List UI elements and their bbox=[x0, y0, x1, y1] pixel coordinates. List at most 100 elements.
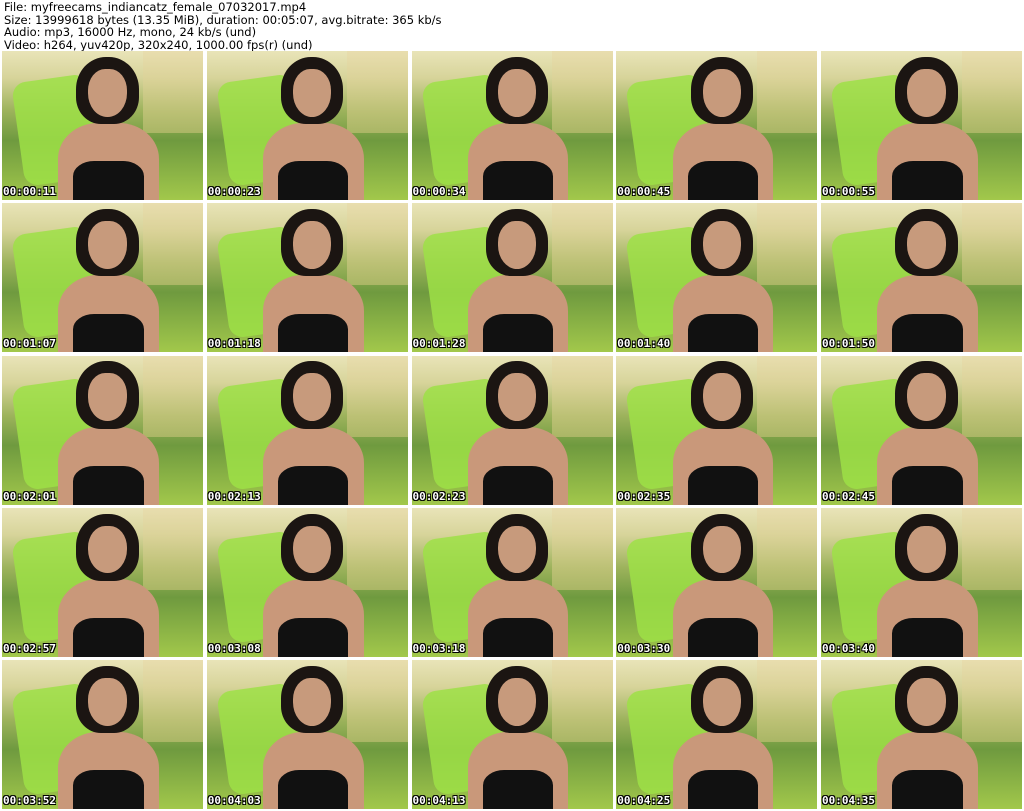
person-figure bbox=[877, 513, 978, 657]
file-name-line: File: myfreecams_indiancatz_female_07032… bbox=[4, 0, 307, 14]
person-face bbox=[702, 68, 741, 117]
person-face bbox=[497, 68, 537, 117]
timestamp-label: 00:02:01 bbox=[3, 489, 56, 503]
person-face bbox=[88, 525, 127, 574]
video-thumbnail: 00:01:07 bbox=[2, 203, 203, 353]
timestamp-label: 00:04:35 bbox=[822, 794, 875, 807]
timestamp-label: 00:03:08 bbox=[207, 641, 261, 655]
person-face bbox=[88, 677, 127, 726]
timestamp-label: 00:01:28 bbox=[412, 337, 466, 351]
video-thumbnail: 00:00:11 bbox=[2, 51, 203, 200]
video-thumbnail: 00:02:01 bbox=[2, 355, 203, 505]
thumbnail-grid: 00:00:11 00:00:23 00:00:34 00:00:45 00:00:55… bbox=[2, 51, 1022, 809]
timestamp-label: 00:02:35 bbox=[617, 489, 671, 503]
person-top bbox=[73, 313, 144, 353]
person-face bbox=[497, 677, 537, 726]
timestamp-label: 00:04:25 bbox=[617, 794, 671, 807]
person-figure bbox=[672, 361, 774, 505]
timestamp-label: 00:04:03 bbox=[207, 794, 261, 807]
person-figure bbox=[672, 513, 774, 657]
video-thumbnail: 00:00:55 bbox=[821, 51, 1022, 200]
person-figure bbox=[58, 513, 159, 657]
person-top bbox=[482, 313, 554, 353]
person-figure bbox=[58, 361, 159, 505]
person-face bbox=[702, 373, 741, 422]
person-face bbox=[907, 68, 946, 117]
person-face bbox=[702, 525, 741, 574]
person-face bbox=[907, 221, 946, 269]
person-face bbox=[293, 677, 332, 726]
video-line: Video: h264, yuv420p, 320x240, 1000.00 f… bbox=[4, 37, 313, 52]
person-figure bbox=[263, 513, 364, 657]
person-top bbox=[482, 618, 554, 657]
timestamp-label: 00:01:07 bbox=[3, 337, 56, 351]
person-top bbox=[73, 161, 144, 200]
person-figure bbox=[58, 56, 159, 200]
person-face bbox=[293, 68, 332, 117]
timestamp-label: 00:00:11 bbox=[3, 185, 56, 198]
person-top bbox=[278, 161, 349, 200]
person-figure bbox=[877, 361, 978, 505]
person-top bbox=[687, 161, 758, 200]
person-top bbox=[892, 618, 963, 657]
video-thumbnail: 00:04:35 bbox=[821, 660, 1022, 809]
person-figure bbox=[467, 209, 569, 353]
timestamp-label: 00:03:30 bbox=[617, 641, 671, 655]
person-face bbox=[88, 373, 127, 422]
person-figure bbox=[263, 665, 364, 809]
person-top bbox=[278, 770, 349, 809]
timestamp-label: 00:02:13 bbox=[207, 489, 261, 503]
person-top bbox=[278, 465, 349, 505]
timestamp-label: 00:00:55 bbox=[822, 185, 875, 198]
person-face bbox=[907, 525, 946, 574]
person-face bbox=[88, 68, 127, 117]
person-top bbox=[687, 618, 758, 657]
timestamp-label: 00:00:45 bbox=[617, 185, 671, 198]
video-thumbnail: 00:01:50 bbox=[821, 203, 1022, 353]
person-face bbox=[497, 221, 537, 269]
video-thumbnail: 00:03:40 bbox=[821, 507, 1022, 657]
person-figure bbox=[58, 209, 159, 353]
timestamp-label: 00:00:34 bbox=[412, 185, 466, 198]
person-top bbox=[482, 161, 554, 200]
video-thumbnail: 00:03:52 bbox=[2, 660, 203, 809]
timestamp-label: 00:03:52 bbox=[3, 794, 56, 807]
person-figure bbox=[58, 665, 159, 809]
timestamp-label: 00:00:23 bbox=[207, 185, 261, 198]
video-thumbnail: 00:04:13 bbox=[411, 660, 613, 809]
timestamp-label: 00:01:18 bbox=[207, 337, 261, 351]
timestamp-label: 00:01:40 bbox=[617, 337, 671, 351]
video-thumbnail: 00:00:45 bbox=[616, 51, 818, 200]
person-top bbox=[482, 770, 554, 809]
timestamp-label: 00:03:40 bbox=[822, 641, 875, 655]
person-top bbox=[687, 465, 758, 505]
person-top bbox=[278, 618, 349, 657]
person-figure bbox=[467, 361, 569, 505]
person-figure bbox=[467, 56, 569, 200]
timestamp-label: 00:01:50 bbox=[822, 337, 875, 351]
person-top bbox=[278, 313, 349, 353]
person-figure bbox=[877, 665, 978, 809]
video-thumbnail: 00:02:23 bbox=[411, 355, 613, 505]
person-top bbox=[482, 465, 554, 505]
person-top bbox=[892, 313, 963, 353]
person-figure bbox=[672, 56, 774, 200]
timestamp-label: 00:03:18 bbox=[412, 641, 466, 655]
person-figure bbox=[672, 665, 774, 809]
audio-line: Audio: mp3, 16000 Hz, mono, 24 kb/s (und… bbox=[4, 25, 257, 39]
person-face bbox=[293, 221, 332, 269]
video-thumbnail: 00:03:18 bbox=[411, 507, 613, 657]
person-figure bbox=[672, 209, 774, 353]
video-thumbnail: 00:04:03 bbox=[206, 660, 408, 809]
person-figure bbox=[263, 209, 364, 353]
person-figure bbox=[263, 56, 364, 200]
person-face bbox=[702, 677, 741, 726]
person-face bbox=[497, 525, 537, 574]
video-thumbnail: 00:02:13 bbox=[206, 355, 408, 505]
video-thumbnail: 00:00:34 bbox=[411, 51, 613, 200]
person-top bbox=[73, 770, 144, 809]
timestamp-label: 00:02:45 bbox=[822, 489, 875, 503]
video-thumbnail: 00:04:25 bbox=[616, 660, 818, 809]
person-figure bbox=[263, 361, 364, 505]
person-face bbox=[88, 221, 127, 269]
